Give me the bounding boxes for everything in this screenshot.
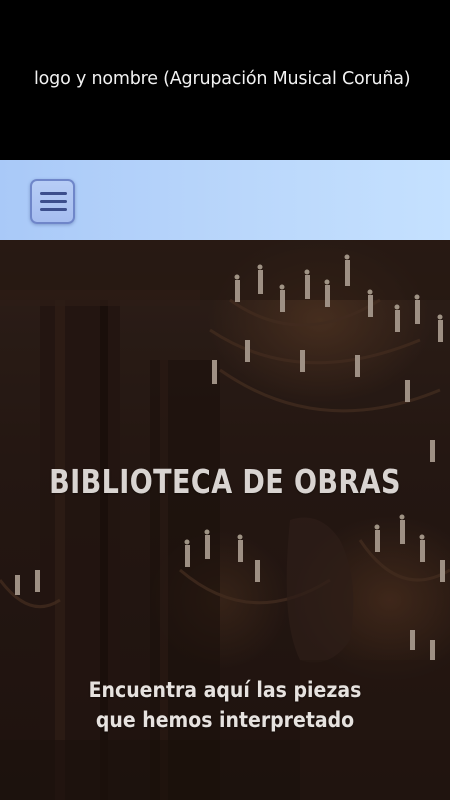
hero-section: BIBLIOTECA DE OBRAS Encuentra aquí las p…	[0, 240, 450, 800]
hero-title: BIBLIOTECA DE OBRAS	[49, 462, 401, 501]
hamburger-menu-icon	[40, 192, 67, 195]
menu-button[interactable]	[30, 179, 75, 224]
site-header: logo y nombre (Agrupación Musical Coruña…	[0, 0, 450, 160]
hamburger-menu-icon-bar	[40, 208, 67, 211]
hero-subtitle-line-2: que hemos interpretado	[95, 708, 355, 732]
hamburger-menu-icon-bar	[40, 200, 67, 203]
hero-subtitle: Encuentra aquí las piezas que hemos inte…	[23, 675, 428, 735]
hero-subtitle-line-1: Encuentra aquí las piezas	[88, 678, 362, 702]
site-logo-text[interactable]: logo y nombre (Agrupación Musical Coruña…	[34, 69, 411, 89]
navigation-bar	[0, 160, 450, 240]
